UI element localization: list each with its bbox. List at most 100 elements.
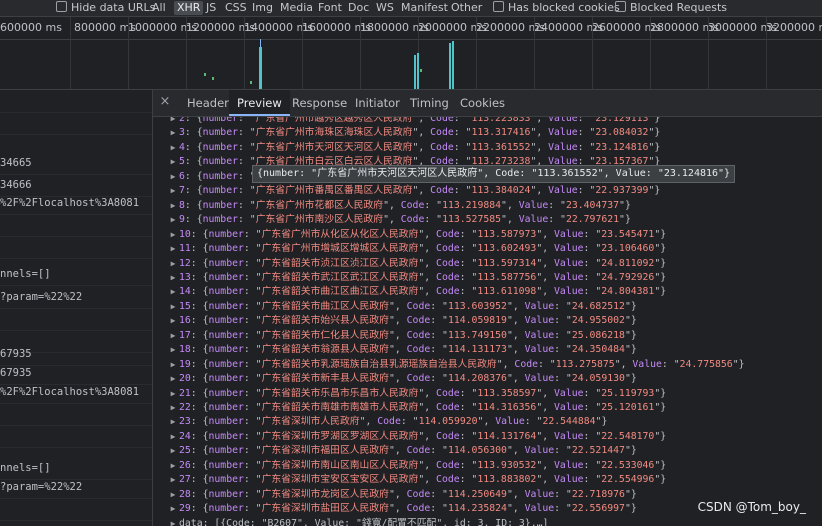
type-filter-font[interactable]: Font bbox=[318, 1, 342, 15]
expand-arrow-icon[interactable]: ▶ bbox=[167, 473, 179, 486]
type-filter-css[interactable]: CSS bbox=[225, 1, 247, 15]
type-filter-manifest[interactable]: Manifest bbox=[401, 1, 448, 15]
expand-arrow-icon[interactable]: ▶ bbox=[167, 199, 179, 212]
tab-cookies[interactable]: Cookies bbox=[454, 90, 511, 116]
preview-row[interactable]: ▶ 17: {number: "广东省韶关市仁化县人民政府", Code: "11… bbox=[167, 329, 637, 342]
timeline-gridline bbox=[476, 17, 477, 89]
preview-row[interactable]: ▶ 16: {number: "广东省韶关市始兴县人民政府", Code: "11… bbox=[167, 314, 637, 327]
expand-arrow-icon[interactable]: ▶ bbox=[167, 430, 179, 443]
expand-arrow-icon[interactable]: ▶ bbox=[167, 329, 179, 342]
request-row[interactable] bbox=[0, 236, 152, 259]
tab-response[interactable]: Response bbox=[286, 90, 353, 116]
preview-row[interactable]: ▶ 4: {number: "广东省广州市天河区天河区人民政府", Code: "… bbox=[167, 141, 661, 154]
hide-data-urls-checkbox[interactable]: Hide data URLs bbox=[56, 1, 155, 15]
type-filter-xhr[interactable]: XHR bbox=[174, 1, 204, 15]
expand-arrow-icon[interactable]: ▶ bbox=[167, 502, 179, 515]
expand-arrow-icon[interactable]: ▶ bbox=[167, 358, 179, 371]
preview-row[interactable]: ▶ 10: {number: "广东省广州市从化区从化区人民政府", Code: … bbox=[167, 228, 667, 241]
request-row[interactable] bbox=[0, 498, 152, 521]
expand-arrow-icon[interactable]: ▶ bbox=[167, 459, 179, 472]
expand-arrow-icon[interactable]: ▶ bbox=[167, 170, 179, 183]
request-row[interactable]: %2F%2Flocalhost%3A8081 bbox=[0, 192, 152, 215]
type-filter-media[interactable]: Media bbox=[280, 1, 313, 15]
request-row[interactable]: ?param=%22%22 bbox=[0, 476, 152, 499]
type-filter-all[interactable]: All bbox=[152, 1, 166, 15]
preview-row[interactable]: ▶ 27: {number: "广东省深圳市宝安区宝安区人民政府", Code: … bbox=[167, 473, 667, 486]
preview-row[interactable]: ▶ 18: {number: "广东省韶关市翁源县人民政府", Code: "11… bbox=[167, 343, 637, 356]
preview-row[interactable]: ▶ 21: {number: "广东省韶关市乐昌市乐昌市人民政府", Code: … bbox=[167, 387, 667, 400]
tab-timing[interactable]: Timing bbox=[404, 90, 455, 116]
row-punctuation: ", bbox=[388, 329, 407, 341]
type-filter-other[interactable]: Other bbox=[451, 1, 482, 15]
preview-row[interactable]: ▶ 25: {number: "广东省深圳市福田区人民政府", Code: "11… bbox=[167, 444, 637, 457]
preview-row[interactable]: ▶ 28: {number: "广东省深圳市龙岗区人民政府", Code: "11… bbox=[167, 488, 637, 501]
preview-row[interactable]: ▶ 23: {number: "广东省深圳市人民政府", Code: "114.0… bbox=[167, 415, 608, 428]
expand-arrow-icon[interactable]: ▶ bbox=[167, 141, 179, 154]
expand-arrow-icon[interactable]: ▶ bbox=[167, 372, 179, 385]
timeline-overview[interactable]: 600000 ms 800000 ms 1000000 ms 1200000 m… bbox=[0, 17, 822, 90]
preview-row[interactable]: ▶ 14: {number: "广东省韶关市曲江区曲江区人民政府", Code: … bbox=[167, 285, 667, 298]
has-blocked-cookies-checkbox[interactable]: Has blocked cookies bbox=[493, 1, 620, 15]
preview-row[interactable]: ▶ 13: {number: "广东省韶关市武江区武江区人民政府", Code: … bbox=[167, 271, 667, 284]
request-row[interactable]: nnels=[] bbox=[0, 263, 152, 286]
expand-arrow-icon[interactable]: ▶ bbox=[167, 314, 179, 327]
data-line[interactable]: ▶ data: [{Code: "B2607", Value: "錢寬/配置不匹配… bbox=[167, 517, 549, 526]
expand-arrow-icon[interactable]: ▶ bbox=[167, 126, 179, 139]
request-row[interactable] bbox=[0, 214, 152, 237]
row-code: 113.219884 bbox=[442, 199, 502, 211]
row-punctuation: : { bbox=[190, 300, 209, 312]
type-filter-img[interactable]: Img bbox=[252, 1, 273, 15]
preview-row[interactable]: ▶ 11: {number: "广东省广州市增城区增城区人民政府", Code: … bbox=[167, 242, 667, 255]
expand-arrow-icon[interactable]: ▶ bbox=[167, 285, 179, 298]
request-row[interactable]: 34665 bbox=[0, 152, 152, 175]
type-filter-doc[interactable]: Doc bbox=[348, 1, 369, 15]
preview-row[interactable]: ▶ 3: {number: "广东省广州市海珠区海珠区人民政府", Code: "… bbox=[167, 126, 661, 139]
row-number: 广东省韶关市新丰县人民政府 bbox=[261, 373, 389, 385]
preview-row[interactable]: ▶ 15: {number: "广东省韶关市曲江区人民政府", Code: "11… bbox=[167, 300, 637, 313]
expand-arrow-icon[interactable]: ▶ bbox=[167, 117, 179, 125]
expand-arrow-icon[interactable]: ▶ bbox=[167, 257, 179, 270]
preview-row[interactable]: ▶ 12: {number: "广东省韶关市浈江区浈江区人民政府", Code: … bbox=[167, 257, 667, 270]
request-row[interactable] bbox=[0, 403, 152, 426]
tab-preview[interactable]: Preview bbox=[229, 90, 290, 116]
request-row[interactable] bbox=[0, 425, 152, 448]
row-punctuation: : " bbox=[430, 488, 448, 500]
expand-arrow-icon[interactable]: ▶ bbox=[167, 300, 179, 313]
timeline-request-bar bbox=[414, 55, 416, 89]
preview-row[interactable]: ▶ 7: {number: "广东省广州市番禺区番禺区人民政府", Code: "… bbox=[167, 184, 661, 197]
preview-row[interactable]: ▶ 9: {number: "广东省广州市南沙区人民政府", Code: "113… bbox=[167, 213, 631, 226]
preview-row[interactable]: ▶ 20: {number: "广东省韶关市新丰县人民政府", Code: "11… bbox=[167, 372, 637, 385]
expand-arrow-icon[interactable]: ▶ bbox=[167, 271, 179, 284]
expand-arrow-icon[interactable]: ▶ bbox=[167, 228, 179, 241]
preview-row[interactable]: ▶ 19: {number: "广东省韶关市乳源瑶族自治县乳源瑶族自治县人民政府"… bbox=[167, 358, 745, 371]
expand-arrow-icon[interactable]: ▶ bbox=[167, 155, 179, 168]
close-icon[interactable]: × bbox=[159, 95, 171, 108]
type-filter-ws[interactable]: WS bbox=[376, 1, 394, 15]
expand-arrow-icon[interactable]: ▶ bbox=[167, 444, 179, 457]
row-punctuation: : " bbox=[243, 445, 262, 457]
request-row[interactable]: %2F%2Flocalhost%3A8081 bbox=[0, 381, 152, 404]
preview-row[interactable]: ▶ 8: {number: "广东省广州市花都区人民政府", Code: "113… bbox=[167, 199, 631, 212]
request-row[interactable] bbox=[0, 112, 152, 135]
expand-arrow-icon[interactable]: ▶ bbox=[167, 213, 179, 226]
expand-arrow-icon[interactable]: ▶ bbox=[167, 387, 179, 400]
request-row[interactable]: ?param=%22%22 bbox=[0, 286, 152, 309]
preview-row[interactable]: ▶ 26: {number: "广东省深圳市南山区南山区人民政府", Code: … bbox=[167, 459, 667, 472]
preview-row[interactable]: ▶ 24: {number: "广东省深圳市罗湖区罗湖区人民政府", Code: … bbox=[167, 430, 667, 443]
expand-arrow-icon[interactable]: ▶ bbox=[167, 517, 179, 526]
expand-arrow-icon[interactable]: ▶ bbox=[167, 343, 179, 356]
request-row[interactable] bbox=[0, 90, 152, 113]
expand-arrow-icon[interactable]: ▶ bbox=[167, 184, 179, 197]
blocked-requests-checkbox[interactable]: Blocked Requests bbox=[615, 1, 727, 15]
preview-row[interactable]: ▶ 22: {number: "广东省韶关市南雄市南雄市人民政府", Code: … bbox=[167, 401, 667, 414]
expand-arrow-icon[interactable]: ▶ bbox=[167, 401, 179, 414]
request-row[interactable] bbox=[0, 308, 152, 331]
expand-arrow-icon[interactable]: ▶ bbox=[167, 242, 179, 255]
preview-row[interactable]: ▶ 29: {number: "广东省深圳市盐田区人民政府", Code: "11… bbox=[167, 502, 637, 515]
row-punctuation: : " bbox=[243, 228, 262, 240]
tab-initiator[interactable]: Initiator bbox=[349, 90, 406, 116]
preview-row[interactable]: ▶ 2: {number: "广东省广州市越秀区越秀区人民政府", Code: "… bbox=[167, 117, 661, 125]
type-filter-js[interactable]: JS bbox=[206, 1, 216, 15]
expand-arrow-icon[interactable]: ▶ bbox=[167, 415, 179, 428]
expand-arrow-icon[interactable]: ▶ bbox=[167, 488, 179, 501]
